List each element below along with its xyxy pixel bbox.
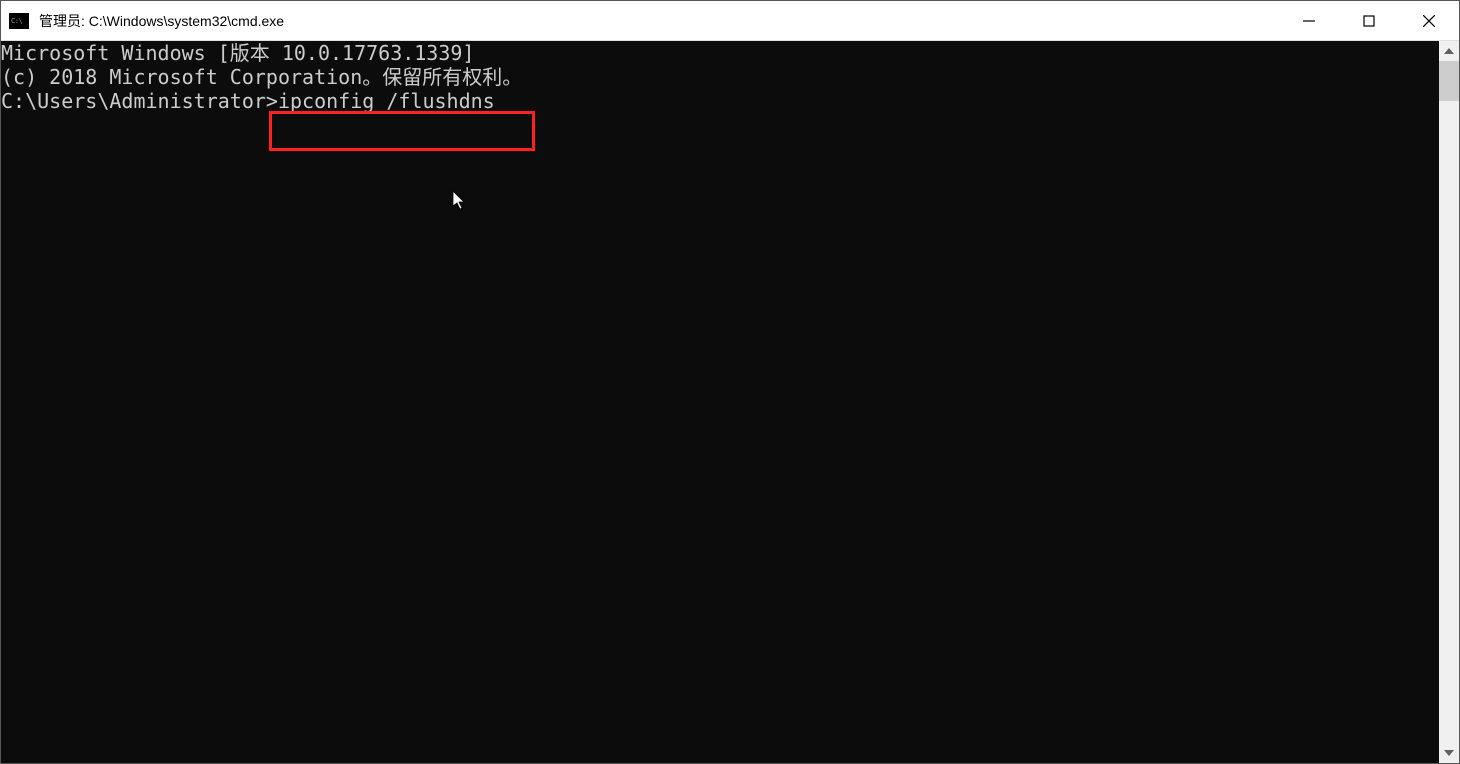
window-controls xyxy=(1279,1,1459,40)
vertical-scrollbar[interactable] xyxy=(1439,41,1459,763)
scrollbar-thumb[interactable] xyxy=(1439,61,1459,101)
prompt-line: C:\Users\Administrator>ipconfig /flushdn… xyxy=(1,89,1439,113)
version-line: Microsoft Windows [版本 10.0.17763.1339] xyxy=(1,41,1439,65)
prompt-text: C:\Users\Administrator> xyxy=(1,89,278,113)
window-title: 管理员: C:\Windows\system32\cmd.exe xyxy=(39,11,1279,31)
chevron-down-icon xyxy=(1444,750,1454,756)
terminal-area: Microsoft Windows [版本 10.0.17763.1339](c… xyxy=(1,41,1459,763)
cmd-icon-text: C:\ xyxy=(11,17,22,25)
scrollbar-up-button[interactable] xyxy=(1439,41,1459,61)
cmd-window: C:\ 管理员: C:\Windows\system32\cmd.exe Mic… xyxy=(0,0,1460,764)
terminal-content[interactable]: Microsoft Windows [版本 10.0.17763.1339](c… xyxy=(1,41,1439,763)
close-button[interactable] xyxy=(1399,1,1459,40)
chevron-up-icon xyxy=(1444,48,1454,54)
close-icon xyxy=(1423,15,1435,27)
copyright-line: (c) 2018 Microsoft Corporation。保留所有权利。 xyxy=(1,65,1439,89)
command-highlight-box xyxy=(269,111,535,151)
scrollbar-down-button[interactable] xyxy=(1439,743,1459,763)
mouse-cursor-icon xyxy=(453,191,467,211)
titlebar[interactable]: C:\ 管理员: C:\Windows\system32\cmd.exe xyxy=(1,1,1459,41)
minimize-button[interactable] xyxy=(1279,1,1339,40)
minimize-icon xyxy=(1303,15,1315,27)
cmd-icon: C:\ xyxy=(9,13,29,29)
command-text: ipconfig /flushdns xyxy=(278,89,495,113)
maximize-icon xyxy=(1363,15,1375,27)
maximize-button[interactable] xyxy=(1339,1,1399,40)
